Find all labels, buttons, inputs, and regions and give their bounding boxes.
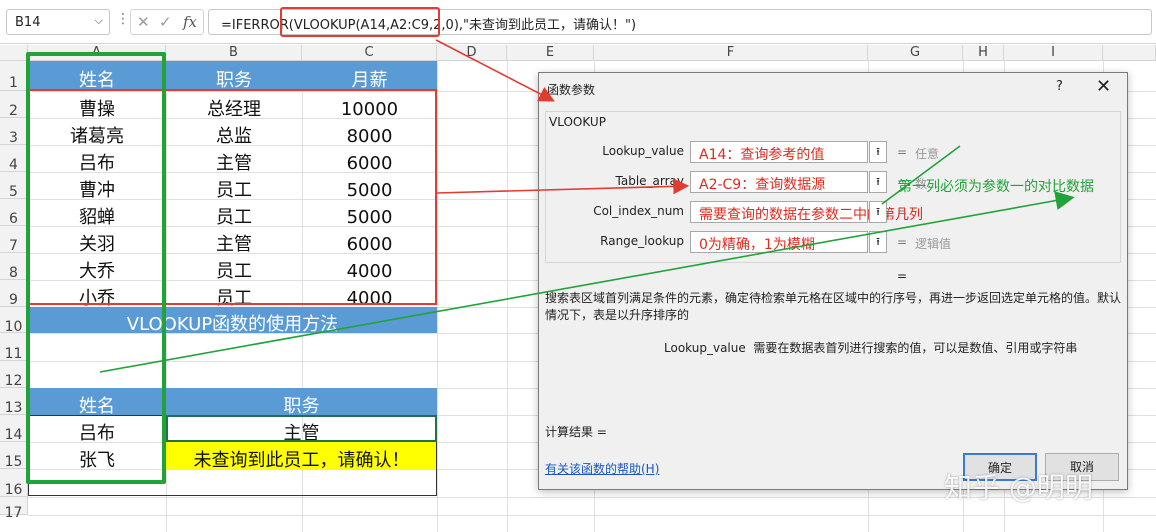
column-header-f[interactable]: F [594,45,868,61]
column-header-h[interactable]: H [963,45,1004,61]
row-header-2[interactable]: 2 [0,91,28,119]
arg-label: Range_lookup [600,234,684,248]
help-icon[interactable]: ? [1056,79,1063,94]
name-box[interactable]: B14 ⌵ [6,9,110,35]
arg-input[interactable]: A14：查询参考的值 [690,141,868,163]
gridline [507,61,508,532]
row-header-16[interactable]: 16 [0,469,28,498]
argument-description: Lookup_value 需要在数据表首列进行搜索的值，可以是数值、引用或字符串 [664,341,1078,355]
arg-equals: = [897,235,908,249]
arg-input[interactable]: 需要查询的数据在参数二中的第几列 [690,201,923,223]
table-header-cell[interactable]: 月薪 [302,61,437,91]
formula-buttons: ✕ ✓ fx [130,9,204,35]
column-header-i[interactable]: I [1004,45,1103,61]
name-box-value: B14 [15,15,41,30]
arg-label: Col_index_num [593,204,684,218]
row-header-15[interactable]: 15 [0,442,28,470]
column-header-e[interactable]: E [507,45,594,61]
arg-label: Table_array [615,174,685,188]
more-icon[interactable]: ⋮ [116,11,130,27]
green-annotation: 第一列必须为参数一的对比数据 [898,179,1094,195]
collapse-dialog-icon[interactable]: ⭱ [869,231,887,253]
vlookup-highlight [280,7,440,37]
column-header-g[interactable]: G [868,45,963,61]
function-name: VLOOKUP [549,115,606,129]
check-icon[interactable]: ✓ [159,13,172,31]
column-header-d[interactable]: D [437,45,507,61]
row-header-6[interactable]: 6 [0,199,28,227]
collapse-dialog-icon[interactable]: ⭱ [869,171,887,193]
row-header-14[interactable]: 14 [0,415,28,443]
row-header-10[interactable]: 10 [0,307,28,335]
gridline [28,515,1156,516]
row-header-13[interactable]: 13 [0,388,28,416]
arg-hint: 任意 [915,147,940,161]
function-help-link[interactable]: 有关该函数的帮助(H) [545,460,659,477]
close-icon[interactable]: ✕ [1096,76,1111,97]
formula-bar: B14 ⌵ ⋮ ✕ ✓ fx =IFERROR(VLOOKUP(A14,A2:C… [0,0,1156,44]
function-arguments-dialog: 函数参数 ? ✕ VLOOKUP Lookup_value A14：查询参考的值 ⭱… [538,72,1128,490]
arg-equals: = [897,205,908,219]
first-column-highlight [26,52,166,484]
chevron-down-icon[interactable]: ⌵ [95,14,103,28]
calculation-result: 计算结果 = [545,425,607,439]
row-header-3[interactable]: 3 [0,118,28,146]
collapse-dialog-icon[interactable]: ⭱ [869,201,887,223]
dialog-title: 函数参数 [547,83,596,97]
collapse-dialog-icon[interactable]: ⭱ [869,141,887,163]
lookup-header-role[interactable]: 职务 [166,388,437,415]
row-header-7[interactable]: 7 [0,226,28,254]
result-equals: = [897,269,908,283]
column-header-c[interactable]: C [302,45,437,61]
row-header-9[interactable]: 9 [0,280,28,308]
select-all-corner[interactable] [0,45,28,61]
arg-hint: 逻辑值 [915,237,952,251]
row-header-17[interactable]: 17 [0,497,28,521]
arg-input[interactable]: A2-C9：查询数据源 [690,171,868,193]
column-header-b[interactable]: B [166,45,302,61]
arg-label: Lookup_value [602,144,684,158]
row-header-1[interactable]: 1 [0,61,28,91]
row-header-4[interactable]: 4 [0,145,28,173]
insert-function-icon[interactable]: fx [183,13,197,31]
function-description: 搜索表区域首列满足条件的元素，确定待检索单元格在区域中的行序号，再进一步返回选定… [545,291,1122,322]
table-header-cell[interactable]: 职务 [166,61,302,91]
arg-equals: = [897,145,908,159]
row-header-5[interactable]: 5 [0,172,28,200]
row-header-12[interactable]: 12 [0,361,28,389]
arg-input[interactable]: 0为精确，1为模糊 [690,231,868,253]
selected-cell-outline [166,415,437,442]
gridline [437,61,438,532]
row-header-11[interactable]: 11 [0,333,28,362]
column-header-blank [1103,45,1156,61]
row-header-8[interactable]: 8 [0,253,28,281]
watermark: 知乎 @明明 [944,471,1093,504]
cancel-icon[interactable]: ✕ [137,13,150,31]
